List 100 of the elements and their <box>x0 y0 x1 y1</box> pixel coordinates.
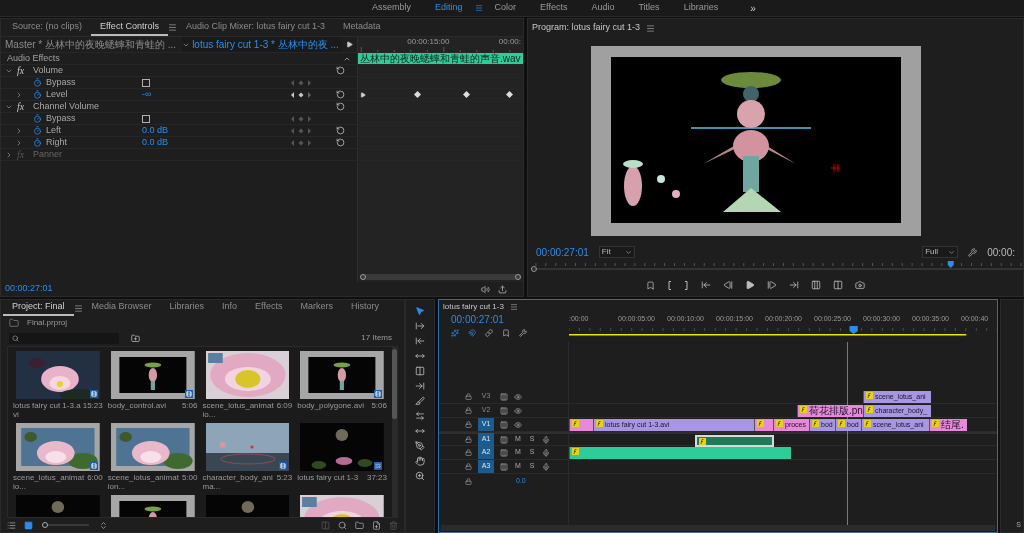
lock-icon[interactable] <box>465 393 472 400</box>
bypass-checkbox[interactable] <box>142 114 150 123</box>
eye-icon[interactable] <box>514 406 522 415</box>
export-icon[interactable] <box>498 284 507 294</box>
reset-icon[interactable] <box>336 138 345 147</box>
eye-icon[interactable] <box>514 392 522 401</box>
video-clip[interactable] <box>569 419 593 431</box>
hand-icon[interactable] <box>415 456 425 466</box>
resolution-dropdown[interactable]: Full <box>922 246 959 258</box>
pen-icon[interactable] <box>415 441 425 451</box>
reset-icon[interactable] <box>336 90 345 99</box>
expand-chevron-icon[interactable] <box>5 150 13 159</box>
icon-view-icon[interactable] <box>24 520 33 530</box>
workspace-tab[interactable]: Color <box>482 0 529 16</box>
mark-in-icon[interactable] <box>667 280 672 290</box>
audio-clip[interactable] <box>569 447 791 459</box>
stopwatch-icon[interactable] <box>33 126 42 135</box>
audio-clip[interactable]: 丛林中的夜晚蟋蟀和青蛙的声音.wav <box>358 53 523 64</box>
fx-toggle[interactable]: fx <box>17 99 31 114</box>
panel-tab[interactable]: Metadata <box>333 19 390 36</box>
lock-icon[interactable] <box>465 421 472 428</box>
snap-icon[interactable] <box>468 329 476 337</box>
folder-icon[interactable] <box>9 318 19 328</box>
search-field[interactable] <box>9 332 119 344</box>
play-icon[interactable] <box>745 280 755 290</box>
razor-icon[interactable] <box>415 396 425 406</box>
workspace-tab[interactable]: Titles <box>626 0 672 16</box>
reset-icon[interactable] <box>336 66 345 75</box>
menu-icon[interactable] <box>474 4 483 12</box>
panel-tab[interactable]: History <box>341 300 388 316</box>
video-clip[interactable]: 荷花排版.pn <box>797 405 864 417</box>
expand-chevron-icon[interactable] <box>15 126 23 135</box>
horizontal-scrollbar[interactable] <box>441 525 995 531</box>
microphone-icon[interactable] <box>542 435 550 444</box>
more-workspaces-button[interactable]: » <box>746 0 760 16</box>
keyframe-diamond-icon[interactable] <box>463 91 470 98</box>
parameter-value[interactable]: -∞ <box>142 87 152 102</box>
parameter-value[interactable]: 0.0 dB <box>142 135 169 150</box>
stopwatch-icon[interactable] <box>33 114 42 123</box>
search-icon[interactable] <box>338 520 347 530</box>
zoom-icon[interactable] <box>415 471 425 481</box>
audio-playback-icon[interactable] <box>481 284 490 294</box>
lock-icon[interactable] <box>465 463 472 470</box>
lock-icon[interactable] <box>465 477 472 485</box>
stopwatch-icon[interactable] <box>33 138 42 147</box>
lock-icon[interactable] <box>465 407 472 414</box>
eye-icon[interactable] <box>514 420 522 429</box>
video-badge-icon[interactable] <box>279 462 288 470</box>
keyframe-diamond-icon[interactable] <box>506 91 513 98</box>
vertical-scrollbar[interactable] <box>392 347 397 517</box>
pointer-icon[interactable] <box>415 306 425 316</box>
workspace-tab[interactable]: Editing <box>423 0 475 16</box>
add-marker-icon[interactable] <box>502 329 510 337</box>
panel-tab[interactable]: Info <box>213 300 247 316</box>
parameter-value[interactable]: 0.0 dB <box>142 123 169 138</box>
mark-out-icon[interactable] <box>684 280 689 290</box>
expand-chevron-icon[interactable] <box>15 138 23 147</box>
fx-toggle[interactable]: fx <box>17 63 31 78</box>
panel-tab[interactable]: Effects <box>246 300 292 316</box>
panel-tab[interactable]: Effect Controls <box>91 19 168 36</box>
new-item-icon[interactable] <box>372 520 381 530</box>
list-view-icon[interactable] <box>7 520 16 530</box>
panel-tab[interactable]: Libraries <box>160 300 214 316</box>
panel-tab[interactable]: Media Browser <box>82 300 161 316</box>
sequence-badge-icon[interactable] <box>374 462 382 470</box>
menu-icon[interactable] <box>73 303 83 313</box>
camera-icon[interactable] <box>855 280 865 290</box>
microphone-icon[interactable] <box>542 448 550 457</box>
settings-icon[interactable] <box>519 329 527 337</box>
video-badge-icon[interactable] <box>89 390 98 398</box>
zoom-slider[interactable] <box>41 521 91 529</box>
workspace-tab[interactable]: Libraries <box>671 0 731 16</box>
video-badge-icon[interactable] <box>184 390 193 398</box>
go-to-out-icon[interactable] <box>789 280 799 290</box>
keyframe-diamond-icon[interactable] <box>414 91 421 98</box>
panel-tab[interactable]: Audio Clip Mixer: lotus fairy cut 1-3 <box>176 19 334 36</box>
lock-icon[interactable] <box>465 436 472 443</box>
panel-tab[interactable]: Project: Final <box>3 300 74 316</box>
expand-chevron-icon[interactable] <box>15 90 23 99</box>
new-bin-icon[interactable] <box>355 520 364 530</box>
go-to-in-icon[interactable] <box>701 280 711 290</box>
menu-icon[interactable] <box>646 23 656 33</box>
workspace-tab[interactable]: Effects <box>528 0 580 16</box>
horizontal-scrollbar[interactable] <box>360 274 521 280</box>
workspace-tab[interactable]: Audio <box>579 0 627 16</box>
step-forward-icon[interactable] <box>767 280 777 290</box>
clip-selector[interactable]: lotus fairy cut 1-3 * 丛林中的夜 ... <box>182 37 341 52</box>
reset-icon[interactable] <box>336 102 345 111</box>
bypass-checkbox[interactable] <box>142 78 150 87</box>
zoom-dropdown[interactable]: Fit <box>598 246 635 258</box>
reset-icon[interactable] <box>336 126 345 135</box>
video-clip[interactable] <box>754 419 773 431</box>
panel-tab[interactable]: Source: (no clips) <box>3 19 92 36</box>
keyframe-navigator-icon[interactable] <box>290 90 312 99</box>
lock-icon[interactable] <box>465 449 472 456</box>
stopwatch-icon[interactable] <box>33 90 42 99</box>
video-clip[interactable]: 结尾. <box>929 419 967 431</box>
arrow-to-line-icon[interactable] <box>415 381 425 391</box>
new-bin-icon[interactable] <box>131 333 140 343</box>
linked-selection-icon[interactable] <box>485 329 493 337</box>
